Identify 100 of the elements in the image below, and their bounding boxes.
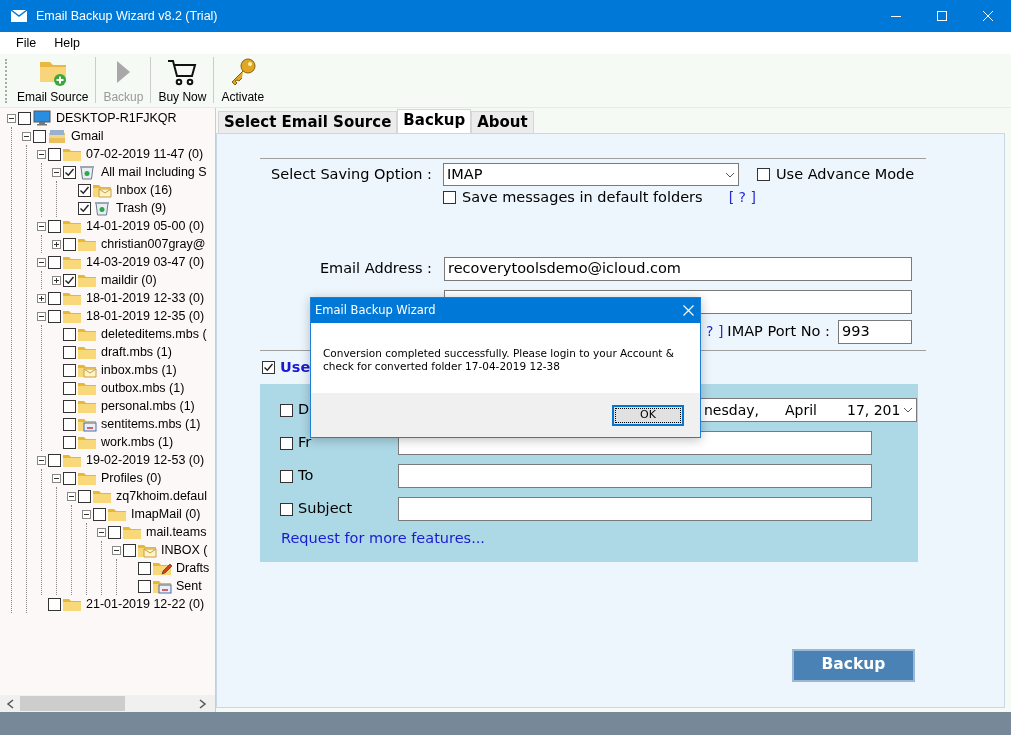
request-features-link[interactable]: Request for more features... [281, 527, 485, 550]
close-icon[interactable] [683, 305, 694, 316]
tree-item[interactable]: draft.mbs (1) [100, 342, 173, 362]
tree-item[interactable]: 14-03-2019 03-47 (0) [85, 252, 206, 272]
checkbox[interactable] [280, 403, 293, 417]
tab[interactable]: Backup [397, 109, 472, 133]
collapse-icon[interactable] [51, 167, 61, 177]
tree-item[interactable]: christian007gray@ [100, 234, 207, 254]
checkbox[interactable] [48, 255, 61, 269]
checkbox[interactable] [138, 579, 151, 593]
checkbox[interactable] [18, 111, 31, 125]
toolbar-button[interactable]: Buy Now [154, 57, 211, 105]
collapse-icon[interactable] [21, 131, 31, 141]
collapse-icon[interactable] [96, 527, 106, 537]
checkbox[interactable] [48, 453, 61, 467]
toolbar-button[interactable]: Activate [217, 57, 269, 105]
tree-item[interactable]: Gmail [70, 126, 105, 146]
menu-item[interactable]: File [8, 33, 45, 53]
tree-item[interactable]: zq7khoim.defaul [115, 486, 209, 506]
checkbox[interactable] [63, 165, 76, 179]
tree-item[interactable]: outbox.mbs (1) [100, 378, 186, 398]
tree-item[interactable]: 21-01-2019 12-22 (0) [85, 594, 206, 614]
checkbox[interactable] [48, 291, 61, 305]
tab[interactable]: Select Email Source [218, 111, 398, 133]
collapse-icon[interactable] [36, 221, 46, 231]
tab[interactable]: About [471, 111, 534, 133]
tree-item[interactable]: All mail Including S [100, 162, 208, 182]
tree-item[interactable]: sentitems.mbs (1) [100, 414, 202, 434]
checkbox[interactable] [63, 381, 76, 395]
checkbox[interactable] [48, 309, 61, 323]
filter-field[interactable] [398, 464, 872, 488]
checkbox[interactable] [78, 201, 91, 215]
tree-item[interactable]: 19-02-2019 12-53 (0) [85, 450, 206, 470]
filter-field[interactable] [398, 497, 872, 521]
checkbox[interactable] [48, 597, 61, 611]
checkbox[interactable] [757, 168, 770, 181]
checkbox[interactable] [63, 273, 76, 287]
checkbox[interactable] [443, 191, 456, 205]
toolbar-button[interactable]: Email Source [13, 57, 93, 105]
tree-item[interactable]: 18-01-2019 12-33 (0) [85, 288, 206, 308]
tree-item[interactable]: DESKTOP-R1FJKQR [55, 108, 178, 128]
collapse-icon[interactable] [36, 149, 46, 159]
checkbox[interactable] [138, 561, 151, 575]
backup-button[interactable]: Backup [792, 648, 915, 682]
checkbox[interactable] [63, 327, 76, 341]
expand-icon[interactable] [51, 275, 61, 285]
checkbox[interactable] [33, 129, 46, 143]
port-field[interactable]: 993 [838, 319, 912, 344]
tree-item[interactable]: Drafts [175, 558, 211, 578]
expand-icon[interactable] [36, 293, 46, 303]
collapse-icon[interactable] [36, 311, 46, 321]
help-link[interactable]: [ ? ] [728, 187, 756, 209]
checkbox[interactable] [262, 361, 275, 375]
saving-option-dropdown[interactable]: IMAP [443, 163, 739, 186]
maximize-icon[interactable] [937, 11, 947, 21]
email-field[interactable]: recoverytoolsdemo@icloud.com [444, 256, 912, 281]
horizontal-scrollbar[interactable] [0, 695, 215, 712]
checkbox[interactable] [48, 147, 61, 161]
collapse-icon[interactable] [81, 509, 91, 519]
help-link[interactable]: ? ] [706, 321, 724, 343]
tree-item[interactable]: 07-02-2019 11-47 (0) [85, 144, 205, 164]
checkbox[interactable] [78, 183, 91, 197]
tree-item[interactable]: inbox.mbs (1) [100, 360, 178, 380]
checkbox[interactable] [123, 543, 136, 557]
tree-item[interactable]: Sent [175, 576, 203, 596]
tree-item[interactable]: Inbox (16) [115, 180, 174, 200]
checkbox[interactable] [63, 471, 76, 485]
tree-item[interactable]: 18-01-2019 12-35 (0) [85, 306, 206, 326]
checkbox[interactable] [63, 345, 76, 359]
tree-item[interactable]: mail.teams [145, 522, 208, 542]
tree-item[interactable]: ImapMail (0) [130, 504, 202, 524]
close-icon[interactable] [983, 11, 993, 21]
collapse-icon[interactable] [6, 113, 16, 123]
collapse-icon[interactable] [111, 545, 121, 555]
tree-item[interactable]: 14-01-2019 05-00 (0) [85, 216, 206, 236]
collapse-icon[interactable] [36, 257, 46, 267]
checkbox[interactable] [63, 399, 76, 413]
checkbox[interactable] [108, 525, 121, 539]
collapse-icon[interactable] [66, 491, 76, 501]
collapse-icon[interactable] [51, 473, 61, 483]
checkbox[interactable] [280, 502, 293, 516]
checkbox[interactable] [63, 435, 76, 449]
checkbox[interactable] [63, 237, 76, 251]
tree-item[interactable]: Profiles (0) [100, 468, 163, 488]
menu-item[interactable]: Help [46, 33, 88, 53]
checkbox[interactable] [63, 417, 76, 431]
checkbox[interactable] [280, 436, 293, 450]
checkbox[interactable] [48, 219, 61, 233]
checkbox[interactable] [93, 507, 106, 521]
checkbox[interactable] [78, 489, 91, 503]
collapse-icon[interactable] [36, 455, 46, 465]
checkbox[interactable] [63, 363, 76, 377]
checkbox[interactable] [280, 469, 293, 483]
tree-item[interactable]: deleteditems.mbs ( [100, 324, 208, 344]
tree-item[interactable]: Trash (9) [115, 198, 168, 218]
expand-icon[interactable] [51, 239, 61, 249]
ok-button[interactable]: OK [612, 404, 684, 426]
tree-item[interactable]: maildir (0) [100, 270, 158, 290]
tree-item[interactable]: personal.mbs (1) [100, 396, 196, 416]
tree-item[interactable]: work.mbs (1) [100, 432, 175, 452]
